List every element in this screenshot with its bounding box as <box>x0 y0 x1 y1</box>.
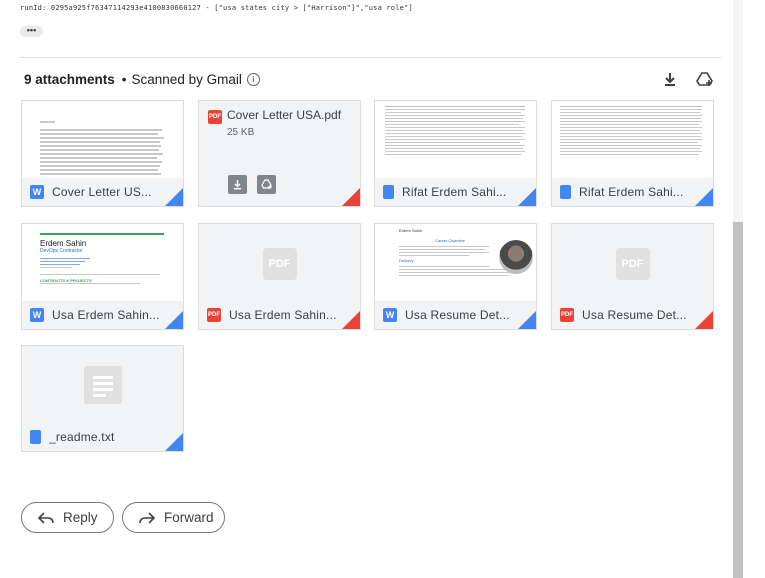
divider <box>20 57 721 58</box>
attachment-name: Cover Letter USA.pdf <box>227 108 342 122</box>
preview-name: Erdem Sahin <box>399 228 423 233</box>
reply-button[interactable]: Reply <box>21 502 114 533</box>
attachment-tile[interactable]: Rifat Erdem Sahi... <box>374 100 537 207</box>
pdf-placeholder-icon: PDF <box>615 248 650 280</box>
pdf-file-icon: PDF <box>560 308 574 322</box>
attachment-tile[interactable]: Erdem Sahin Career Objective Delivery W … <box>374 223 537 330</box>
reply-label: Reply <box>63 510 98 525</box>
attachment-tile[interactable]: PDF PDF Usa Erdem Sahin... <box>198 223 361 330</box>
preview-role: DevOps Contractor <box>40 248 83 254</box>
pdf-file-icon: PDF <box>208 110 222 124</box>
attachment-name: Usa Resume Det... <box>582 308 687 322</box>
file-type-corner <box>165 311 183 329</box>
add-to-drive-icon <box>696 72 713 86</box>
file-type-corner <box>518 188 536 206</box>
forward-icon <box>139 511 155 524</box>
file-type-corner <box>695 188 713 206</box>
download-all-button[interactable] <box>661 70 679 88</box>
attachment-preview: PDF <box>552 224 713 302</box>
text-file-placeholder-icon <box>83 366 122 404</box>
file-type-corner <box>165 188 183 206</box>
info-icon[interactable]: i <box>246 73 260 86</box>
attachment-tile[interactable]: Erdem Sahin DevOps Contractor CONTRACTS … <box>21 223 184 330</box>
show-trimmed-content-button[interactable]: ••• <box>20 26 43 37</box>
attachments-header: 9 attachments • Scanned by Gmail i <box>24 72 260 87</box>
file-type-corner <box>342 311 360 329</box>
attachment-preview: PDF <box>199 224 360 302</box>
forward-button[interactable]: Forward <box>122 502 225 533</box>
docs-file-icon <box>560 185 571 199</box>
attachment-preview: Erdem Sahin DevOps Contractor CONTRACTS … <box>22 224 183 302</box>
reply-icon <box>38 511 54 524</box>
attachment-preview <box>552 101 713 179</box>
attachment-name: Cover Letter US... <box>52 185 152 199</box>
attachment-tile[interactable]: _readme.txt <box>21 345 184 452</box>
file-type-corner <box>518 311 536 329</box>
docs-file-icon <box>383 185 394 199</box>
attachment-name: Rifat Erdem Sahi... <box>579 185 684 199</box>
docs-file-icon <box>30 430 41 444</box>
attachment-size: 25 KB <box>227 127 255 138</box>
pdf-file-icon: PDF <box>207 308 221 322</box>
right-edge <box>743 0 765 578</box>
pdf-placeholder-icon: PDF <box>262 248 297 280</box>
file-type-corner <box>695 311 713 329</box>
file-type-corner <box>165 433 183 451</box>
download-icon <box>234 180 241 190</box>
word-file-icon: W <box>30 185 44 199</box>
attachment-preview <box>375 101 536 179</box>
attachment-preview: Erdem Sahin Career Objective Delivery <box>375 224 536 302</box>
word-file-icon: W <box>30 308 44 322</box>
attachment-tile[interactable]: Rifat Erdem Sahi... <box>551 100 714 207</box>
attachments-count: 9 attachments <box>24 72 115 87</box>
download-attachment-button[interactable] <box>228 175 247 194</box>
attachment-tile-hovered[interactable]: PDF Cover Letter USA.pdf 25 KB <box>198 100 361 207</box>
attachment-name: Rifat Erdem Sahi... <box>402 185 507 199</box>
message-meta-line: runId: 0295a925f76347114293e410083066012… <box>20 4 413 12</box>
add-all-to-drive-button[interactable] <box>696 70 714 88</box>
profile-photo <box>499 240 533 274</box>
word-file-icon: W <box>383 308 397 322</box>
attachment-tile[interactable]: PDF PDF Usa Resume Det... <box>551 223 714 330</box>
scanned-label: Scanned by Gmail <box>131 72 242 87</box>
attachment-name: _readme.txt <box>49 430 115 444</box>
attachment-name: Usa Resume Det... <box>405 308 510 322</box>
add-to-drive-icon <box>260 179 272 189</box>
add-to-drive-button[interactable] <box>257 175 276 194</box>
attachment-preview <box>22 346 183 424</box>
forward-label: Forward <box>164 510 214 525</box>
preview-name: Erdem Sahin <box>40 239 87 248</box>
attachment-name: Usa Erdem Sahin... <box>52 308 160 322</box>
file-type-corner <box>342 188 360 206</box>
attachment-tile[interactable]: W Cover Letter US... <box>21 100 184 207</box>
download-icon <box>665 73 675 86</box>
scrollbar-thumb[interactable] <box>733 222 743 578</box>
attachment-preview <box>22 101 183 179</box>
attachment-name: Usa Erdem Sahin... <box>229 308 337 322</box>
